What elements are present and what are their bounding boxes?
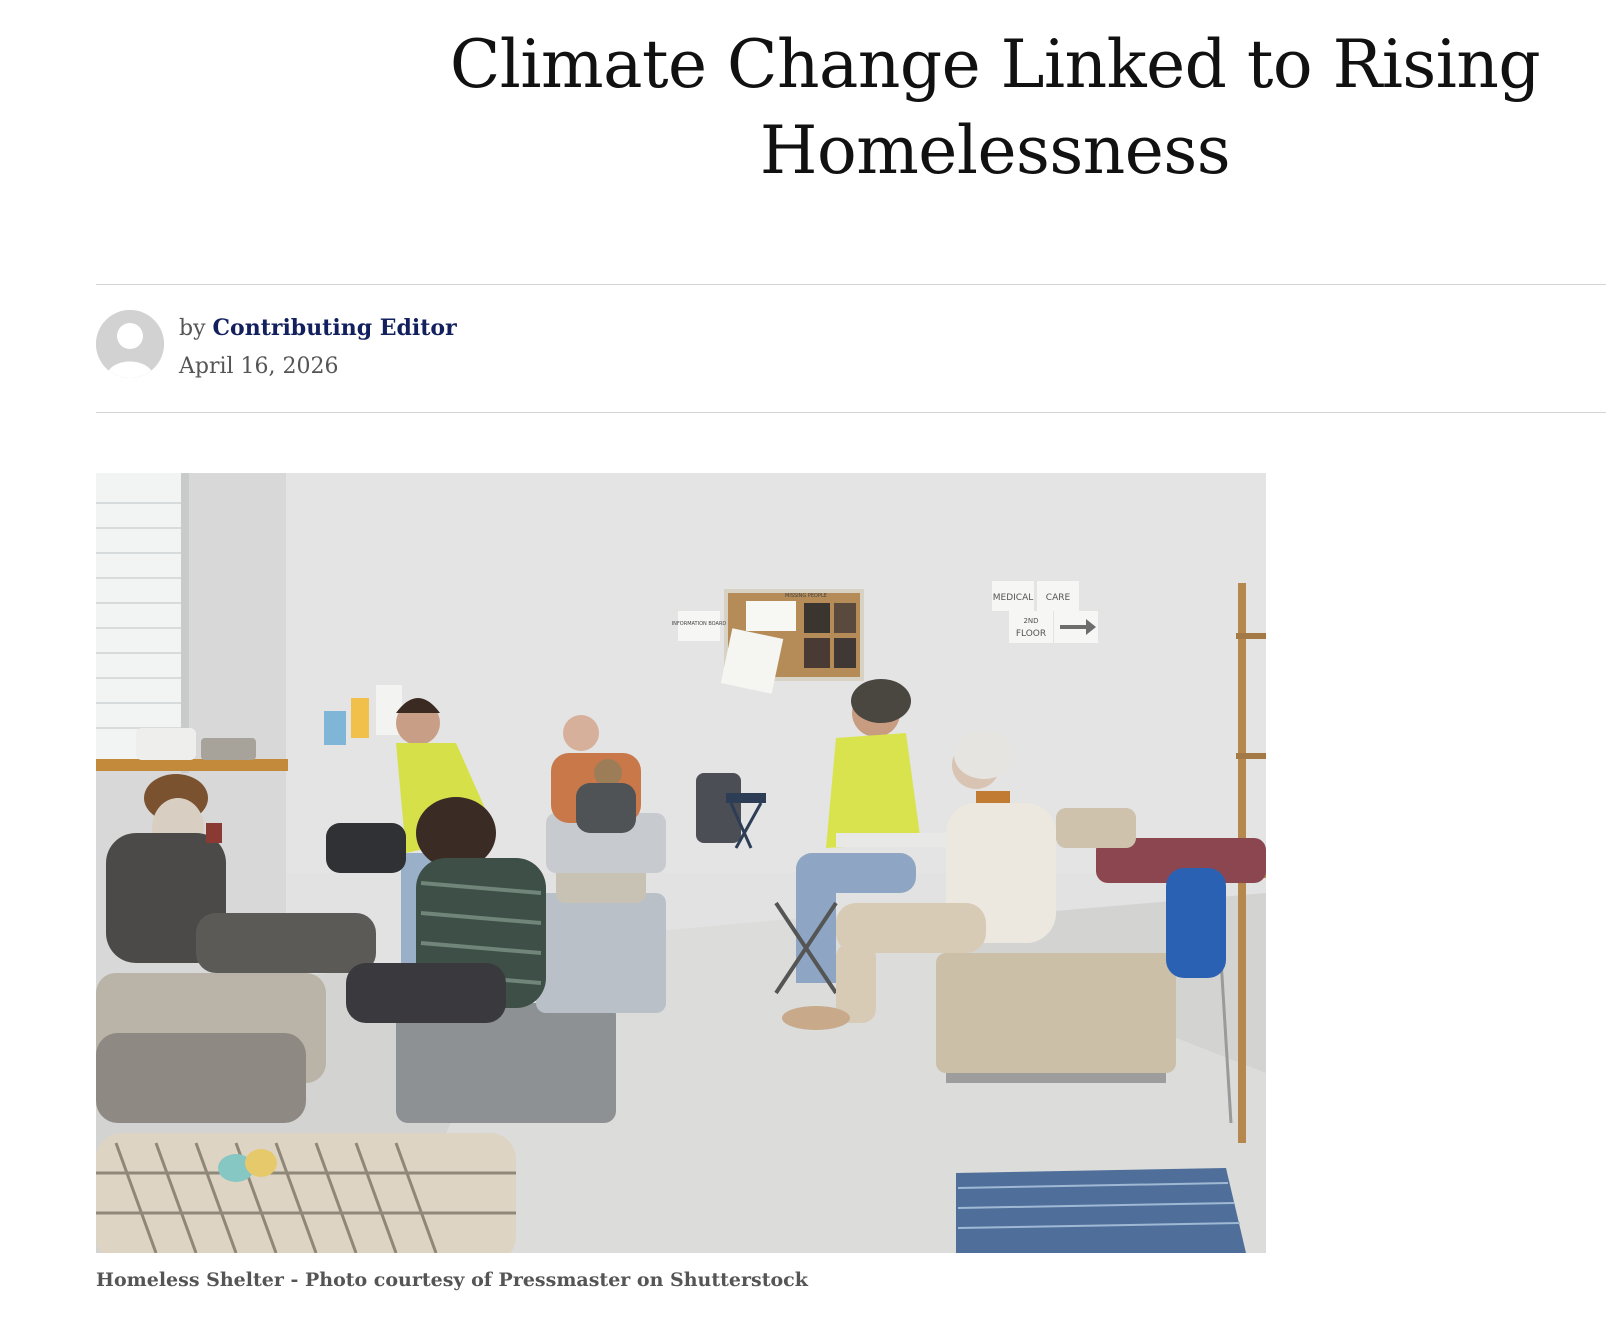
image-caption: Homeless Shelter - Photo courtesy of Pre… [96, 1269, 808, 1291]
shelter-photo: INFORMATION BOARD MISSING PEOPLE MEDICAL… [96, 473, 1266, 1253]
meta-divider-bottom [96, 412, 1606, 413]
featured-image: INFORMATION BOARD MISSING PEOPLE MEDICAL… [96, 473, 1266, 1253]
meta-divider-top [96, 284, 1606, 285]
article-title: Climate Change Linked to Rising Homeless… [449, 26, 1541, 189]
floor-sign: FLOOR [1016, 629, 1046, 639]
care-sign: CARE [1046, 593, 1071, 603]
author-link[interactable]: Contributing Editor [213, 315, 457, 341]
info-board-sign: INFORMATION BOARD [672, 621, 727, 627]
avatar-placeholder-icon [96, 310, 164, 378]
publish-date: April 16, 2026 [179, 354, 339, 379]
byline: by Contributing Editor [179, 313, 457, 344]
floor-number-sign: 2ND [1023, 617, 1038, 625]
missing-people-sign: MISSING PEOPLE [785, 593, 827, 599]
medical-sign: MEDICAL [993, 593, 1034, 603]
byline-prefix: by [179, 316, 206, 341]
author-avatar[interactable] [96, 310, 164, 378]
